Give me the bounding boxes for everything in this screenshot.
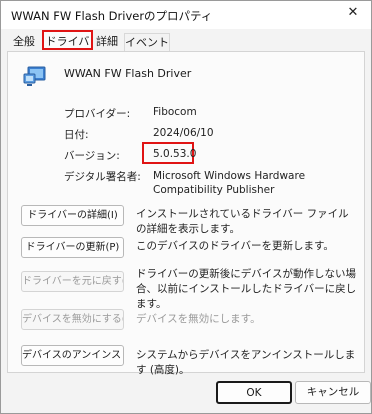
ok-button[interactable]: OK bbox=[216, 381, 292, 404]
driver-panel: WWAN FW Flash Driver プロバイダー: Fibocom 日付:… bbox=[7, 51, 365, 376]
date-value: 2024/06/10 bbox=[153, 127, 214, 139]
provider-label: プロバイダー: bbox=[64, 108, 131, 120]
driver-details-description: インストールされているドライバー ファイルの詳細を表示します。 bbox=[136, 208, 349, 235]
tab-driver[interactable]: ドライバー bbox=[42, 30, 93, 68]
close-icon[interactable]: ✕ bbox=[345, 5, 361, 21]
cancel-button[interactable]: キャンセル bbox=[295, 381, 371, 404]
rollback-driver-description: ドライバーの更新後にデバイスが動作しない場合、以前にインストールしたドライバーに… bbox=[136, 268, 357, 310]
update-driver-button[interactable]: ドライバーの更新(P) bbox=[21, 237, 124, 258]
disable-device-button[interactable]: デバイスを無効にする(D) bbox=[21, 309, 124, 330]
version-label: バージョン: bbox=[64, 150, 120, 162]
device-name: WWAN FW Flash Driver bbox=[64, 67, 192, 80]
date-label: 日付: bbox=[64, 129, 89, 141]
version-value: 5.0.53.0 bbox=[153, 148, 197, 160]
uninstall-device-button[interactable]: デバイスのアンインストール(U) bbox=[21, 345, 124, 366]
signer-value: Microsoft Windows Hardware Compatibility… bbox=[153, 170, 306, 196]
tab-events[interactable]: イベント bbox=[124, 33, 170, 51]
rollback-driver-button[interactable]: ドライバーを元に戻す(R) bbox=[21, 271, 124, 292]
title-bar: WWAN FW Flash Driverのプロパティ ✕ bbox=[1, 1, 371, 29]
network-adapter-icon bbox=[23, 66, 46, 86]
provider-value: Fibocom bbox=[153, 106, 197, 118]
tab-general[interactable]: 全般 bbox=[9, 33, 39, 51]
update-driver-description: このデバイスのドライバーを更新します。 bbox=[136, 240, 334, 252]
signer-label: デジタル署名者: bbox=[64, 171, 141, 183]
tab-details[interactable]: 詳細 bbox=[95, 33, 119, 51]
properties-dialog: WWAN FW Flash Driverのプロパティ ✕ 全般 ドライバー 詳細… bbox=[0, 0, 372, 414]
dialog-title: WWAN FW Flash Driverのプロパティ bbox=[11, 9, 213, 23]
uninstall-device-description: システムからデバイスをアンインストールします (高度)。 bbox=[136, 349, 356, 376]
disable-device-description: デバイスを無効にします。 bbox=[136, 313, 261, 325]
tab-strip: 全般 ドライバー 詳細 イベント bbox=[7, 30, 365, 68]
driver-details-button[interactable]: ドライバーの詳細(I) bbox=[21, 205, 124, 226]
